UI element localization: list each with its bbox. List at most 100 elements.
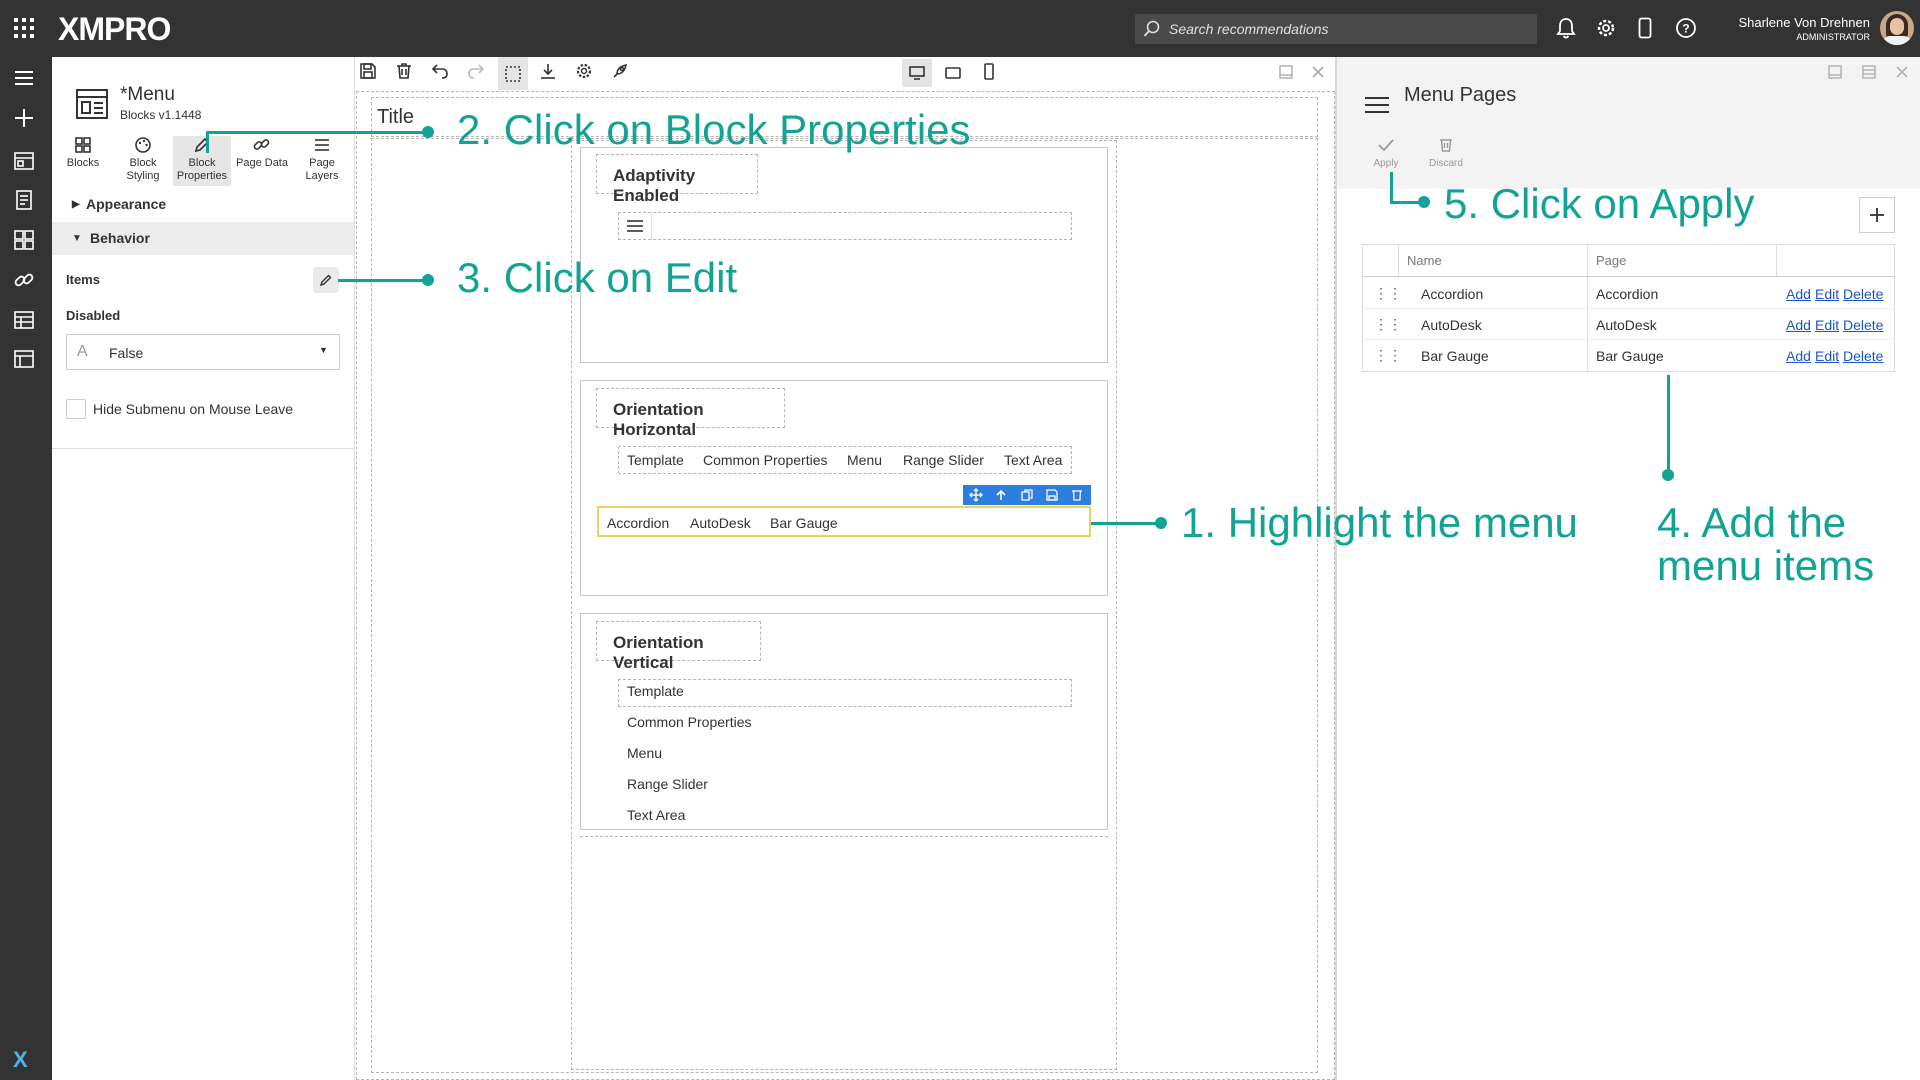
disabled-select[interactable]: A False ▼ xyxy=(66,334,340,370)
blocks-grid-icon xyxy=(75,137,91,153)
user-name: Sharlene Von Drehnen xyxy=(1738,15,1870,30)
save-block-icon[interactable] xyxy=(1045,488,1059,502)
add-link[interactable]: Add xyxy=(1786,286,1811,302)
app-grid-icon[interactable] xyxy=(13,17,35,39)
maximize-panel-icon[interactable] xyxy=(1861,64,1877,85)
adaptive-hamburger-icon[interactable] xyxy=(618,212,652,240)
user-role: ADMINISTRATOR xyxy=(1796,32,1870,42)
horizontal-menu-item[interactable]: Range Slider xyxy=(903,452,984,468)
phone-view-icon[interactable] xyxy=(982,63,996,86)
close-panel-icon[interactable] xyxy=(1894,64,1910,85)
delete-block-icon[interactable] xyxy=(1070,488,1084,502)
callout-line-step1 xyxy=(1091,522,1161,525)
move-drag-icon[interactable] xyxy=(969,488,983,502)
apply-button[interactable]: Apply xyxy=(1368,137,1404,173)
tab-page-data[interactable]: Page Data xyxy=(233,136,291,186)
menu-block-icon xyxy=(74,86,110,122)
panel-icon[interactable] xyxy=(13,348,35,370)
bell-icon[interactable] xyxy=(1556,17,1576,44)
mobile-device-icon[interactable] xyxy=(1638,17,1652,44)
vertical-menu-item[interactable]: Template xyxy=(627,683,684,699)
horizontal-menu-item[interactable]: Menu xyxy=(847,452,882,468)
horizontal-menu-item[interactable]: Common Properties xyxy=(703,452,828,468)
drag-handle-icon[interactable]: ⋮⋮ xyxy=(1374,285,1402,302)
selected-menu-item[interactable]: Accordion xyxy=(607,515,669,531)
avatar[interactable] xyxy=(1880,11,1914,45)
column-header-page[interactable]: Page xyxy=(1596,253,1626,268)
appearance-section-toggle[interactable]: ▶ Appearance xyxy=(52,188,354,221)
horizontal-menu-item[interactable]: Text Area xyxy=(1004,452,1062,468)
adaptive-menu-bar[interactable] xyxy=(618,212,1072,240)
callout-dot-step5 xyxy=(1418,196,1430,208)
delete-link[interactable]: Delete xyxy=(1843,286,1883,302)
edit-link[interactable]: Edit xyxy=(1815,286,1839,302)
callout-dot-step3 xyxy=(422,274,434,286)
column-header-name[interactable]: Name xyxy=(1407,253,1442,268)
search-input[interactable]: Search recommendations xyxy=(1135,14,1537,44)
edit-items-button[interactable] xyxy=(313,267,339,293)
select-parent-arrow-icon[interactable] xyxy=(994,488,1008,502)
vertical-menu-item[interactable]: Text Area xyxy=(627,807,685,823)
restore-panel-icon[interactable] xyxy=(1827,64,1843,85)
selected-menu-item[interactable]: Bar Gauge xyxy=(770,515,838,531)
add-link[interactable]: Add xyxy=(1786,348,1811,364)
table-icon[interactable] xyxy=(13,309,35,331)
help-icon[interactable]: ? xyxy=(1675,17,1697,44)
menu-pages-hamburger-icon[interactable] xyxy=(1364,94,1390,121)
delete-trash-icon[interactable] xyxy=(395,62,413,85)
toolbar-settings-icon[interactable] xyxy=(575,62,593,85)
hamburger-menu-icon[interactable] xyxy=(13,67,35,89)
tablet-view-icon[interactable] xyxy=(944,64,962,87)
redo-icon[interactable] xyxy=(467,62,485,85)
undo-icon[interactable] xyxy=(431,62,449,85)
row-divider xyxy=(1362,308,1895,309)
selected-menu-block[interactable]: Accordion AutoDesk Bar Gauge xyxy=(597,506,1091,537)
tab-page-layers[interactable]: Page Layers xyxy=(293,136,351,186)
desktop-view-button[interactable] xyxy=(902,59,932,87)
download-icon[interactable] xyxy=(539,62,557,85)
table-cell-page: Bar Gauge xyxy=(1596,348,1664,364)
title-text: Title xyxy=(377,106,415,128)
maximize-icon[interactable] xyxy=(1278,64,1294,85)
duplicate-copy-icon[interactable] xyxy=(1020,488,1034,502)
table-header-divider xyxy=(1362,276,1895,277)
tab-block-properties[interactable]: Block Properties xyxy=(173,136,231,186)
hide-submenu-checkbox[interactable] xyxy=(66,399,86,419)
link-icon[interactable] xyxy=(13,269,35,291)
xmpro-x-logo-icon[interactable]: X xyxy=(13,1047,28,1073)
blocks-layout-icon[interactable] xyxy=(13,229,35,251)
svg-text:?: ? xyxy=(1682,22,1689,36)
vertical-menu-first-item-box[interactable] xyxy=(618,679,1072,707)
behavior-section-toggle[interactable]: ▼ Behavior xyxy=(52,222,354,255)
vertical-menu-item[interactable]: Common Properties xyxy=(627,714,752,730)
edit-link[interactable]: Edit xyxy=(1815,317,1839,333)
discard-trash-icon xyxy=(1440,139,1452,152)
drag-handle-icon[interactable]: ⋮⋮ xyxy=(1374,316,1402,333)
callout-step4-line1: 4. Add the xyxy=(1657,499,1847,546)
disabled-label: Disabled xyxy=(66,308,121,323)
rocket-launch-icon[interactable] xyxy=(611,62,629,85)
dashboard-icon[interactable] xyxy=(13,150,35,172)
vertical-menu-item[interactable]: Menu xyxy=(627,745,662,761)
selected-menu-item[interactable]: AutoDesk xyxy=(690,515,751,531)
drag-handle-icon[interactable]: ⋮⋮ xyxy=(1374,347,1402,364)
discard-button[interactable]: Discard xyxy=(1423,137,1469,173)
delete-link[interactable]: Delete xyxy=(1843,317,1883,333)
add-row-button[interactable] xyxy=(1859,197,1895,233)
settings-gear-icon[interactable] xyxy=(1595,17,1617,44)
table-cell-name: Bar Gauge xyxy=(1421,348,1489,364)
tab-blocks[interactable]: Blocks xyxy=(54,136,112,186)
document-icon[interactable] xyxy=(13,189,35,211)
tab-block-styling[interactable]: Block Styling xyxy=(114,136,172,186)
add-link[interactable]: Add xyxy=(1786,317,1811,333)
add-plus-icon[interactable] xyxy=(13,107,35,129)
horizontal-menu-item[interactable]: Template xyxy=(627,452,684,468)
edit-link[interactable]: Edit xyxy=(1815,348,1839,364)
vertical-menu-item[interactable]: Range Slider xyxy=(627,776,708,792)
check-icon xyxy=(1378,139,1394,152)
close-designer-icon[interactable] xyxy=(1310,64,1326,85)
delete-link[interactable]: Delete xyxy=(1843,348,1883,364)
save-icon[interactable] xyxy=(359,62,377,85)
drop-zone-divider xyxy=(580,836,1108,837)
select-marquee-button[interactable] xyxy=(498,57,528,90)
